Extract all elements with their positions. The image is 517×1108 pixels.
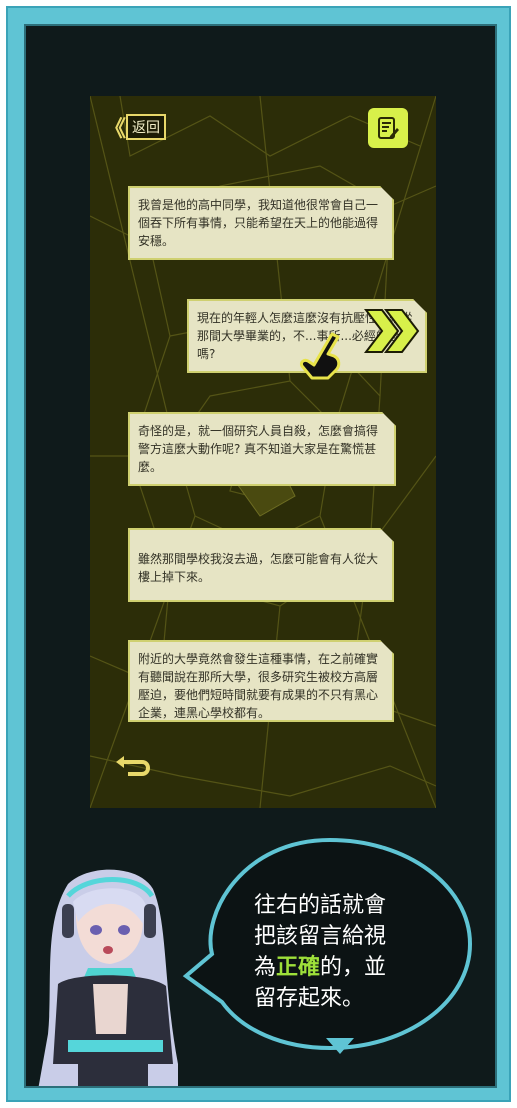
tutorial-text: 往右的話就會 把該留言給視 為正確的，並 留存起來。 <box>254 890 434 1014</box>
undo-icon[interactable] <box>114 754 154 780</box>
triangle-down-icon[interactable] <box>326 1038 354 1054</box>
tutorial-line-part: 為 <box>254 955 277 980</box>
message-card[interactable]: 奇怪的是，就一個研究人員自殺，怎麼會搞得警方這麼大動作呢? 真不知道大家是在驚慌… <box>128 412 396 486</box>
game-screen: 《 返回 我曾是他的高中同學，我知道他很常會自己一個吞下所有事情，只能希望在天上… <box>90 96 436 808</box>
message-text: 我曾是他的高中同學，我知道他很常會自己一個吞下所有事情，只能希望在天上的他能過得… <box>138 198 379 248</box>
message-text: 雖然那間學校我沒去過，怎麼可能會有人從大樓上掉下來。 <box>138 552 379 584</box>
message-card[interactable]: 雖然那間學校我沒去過，怎麼可能會有人從大樓上掉下來。 <box>128 528 394 602</box>
tutorial-line: 為正確的，並 <box>254 952 434 983</box>
highlight-word: 正確 <box>276 955 321 980</box>
note-edit-icon <box>378 117 399 139</box>
message-text: 奇怪的是，就一個研究人員自殺，怎麼會搞得警方這麼大動作呢? 真不知道大家是在驚慌… <box>138 424 379 474</box>
back-button[interactable]: 《 返回 <box>104 112 174 142</box>
swipe-right-arrows-icon[interactable] <box>362 306 422 356</box>
chevron-left-icon: 《 <box>104 117 126 142</box>
tutorial-line: 留存起來。 <box>254 986 365 1011</box>
tutorial-line: 把該留言給視 <box>254 924 387 949</box>
message-card[interactable]: 附近的大學竟然會發生這種事情，在之前確實有聽聞說在那所大學，很多研究生被校方高層… <box>128 640 394 722</box>
pointing-hand-icon <box>300 332 341 380</box>
tutorial-panel: 《 返回 我曾是他的高中同學，我知道他很常會自己一個吞下所有事情，只能希望在天上… <box>24 24 497 1088</box>
outer-frame: 《 返回 我曾是他的高中同學，我知道他很常會自己一個吞下所有事情，只能希望在天上… <box>6 6 511 1102</box>
note-button[interactable] <box>368 108 408 148</box>
back-label: 返回 <box>126 114 167 140</box>
message-card[interactable]: 我曾是他的高中同學，我知道他很常會自己一個吞下所有事情，只能希望在天上的他能過得… <box>128 186 394 260</box>
tutorial-line: 往右的話就會 <box>254 893 387 918</box>
message-text: 附近的大學竟然會發生這種事情，在之前確實有聽聞說在那所大學，很多研究生被校方高層… <box>138 652 379 720</box>
tutorial-line-part: 的，並 <box>320 955 387 980</box>
guide-character <box>38 869 178 1086</box>
